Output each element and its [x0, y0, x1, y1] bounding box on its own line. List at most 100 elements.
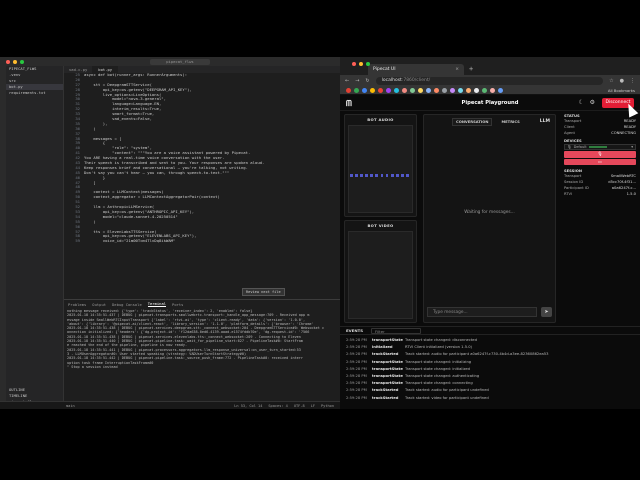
bookmark-favicon-icon[interactable] — [458, 88, 463, 93]
bookmark-favicon-icon[interactable] — [474, 88, 479, 93]
status-indentation[interactable]: Spaces: 4 — [268, 404, 287, 408]
window-controls — [6, 59, 24, 64]
panel-tab-output[interactable]: Output — [92, 302, 106, 307]
terminal-output[interactable]: nothing message received: {'type': 'trac… — [64, 308, 340, 370]
git-branch[interactable]: main — [66, 404, 75, 408]
code-content[interactable]: async def bot(runner_args: RunnerArgumen… — [84, 73, 336, 244]
panel-tab-problems[interactable]: Problems — [68, 302, 86, 307]
bookmark-favicon-icon[interactable] — [402, 88, 407, 93]
minimize-window-button[interactable] — [359, 62, 363, 66]
event-row: 2:59:28 PM transportState Transport state … — [346, 380, 636, 387]
all-bookmarks[interactable]: All Bookmarks — [608, 88, 635, 93]
status-encoding[interactable]: UTF-8 — [294, 404, 305, 408]
events-filter-input[interactable]: Filter — [371, 327, 422, 334]
event-type: transportState — [372, 338, 403, 342]
visualizer-bar — [350, 174, 353, 177]
bookmark-favicon-icon[interactable] — [490, 88, 495, 93]
mic-mute-button[interactable]: 🎙 — [564, 151, 636, 158]
back-icon[interactable]: ← — [345, 78, 349, 84]
panel-tab-terminal[interactable]: Terminal — [147, 301, 167, 307]
close-tab-icon[interactable]: × — [455, 67, 459, 72]
bookmark-favicon-icon[interactable] — [482, 88, 487, 93]
event-time: 2:59:28 PM — [346, 359, 367, 364]
event-type: transportState — [372, 359, 403, 364]
visualizer-bar — [400, 174, 404, 177]
event-type: transportState — [372, 366, 403, 371]
camera-toggle-button[interactable]: ▭ — [564, 158, 636, 165]
mic-icon: 🎙 — [567, 145, 572, 149]
status-row: Agent CONNECTING — [560, 130, 640, 136]
bookmark-favicon-icon[interactable] — [466, 88, 471, 93]
new-tab-icon[interactable]: + — [469, 64, 473, 75]
menu-icon[interactable]: ⋮ — [630, 78, 635, 84]
bookmark-favicon-icon[interactable] — [442, 88, 447, 93]
conversation-tab[interactable]: CONVERSATION — [452, 118, 493, 126]
status-cursor-position[interactable]: Ln 53, Col 14 — [234, 404, 262, 408]
bot-audio-panel — [348, 125, 413, 213]
panel-tab-debug-console[interactable]: Debug Console — [112, 302, 142, 307]
bookmark-favicon-icon[interactable] — [450, 88, 455, 93]
bookmark-favicon-icon[interactable] — [362, 88, 367, 93]
event-row: 2:59:28 PM initialized RTVI Client initial… — [346, 344, 636, 351]
bookmark-favicon-icon[interactable] — [410, 88, 415, 93]
bottom-panel: Problems Output Debug Console Terminal P… — [64, 299, 340, 401]
session-value: 1.5.0 — [626, 192, 636, 196]
reload-icon[interactable]: ↻ — [365, 78, 369, 84]
events-title: EVENTS — [346, 328, 364, 333]
bookmark-favicon-icon[interactable] — [394, 88, 399, 93]
bookmark-favicon-icon[interactable] — [354, 88, 359, 93]
minimize-window-button[interactable] — [13, 59, 17, 64]
event-time: 2:59:28 PM — [346, 381, 367, 386]
bookmark-favicon-icon[interactable] — [434, 88, 439, 93]
close-window-button[interactable] — [352, 62, 356, 66]
bookmark-favicon-icon[interactable] — [370, 88, 375, 93]
status-eol[interactable]: LF — [311, 404, 315, 408]
devices-header: DEVICES — [564, 139, 582, 143]
bookmark-favicon-icon[interactable] — [378, 88, 383, 93]
conversation-card: CONVERSATION METRICS LLM Waiting for mes… — [423, 114, 556, 323]
visualizer-bar — [360, 174, 363, 177]
send-icon[interactable]: ➤ — [541, 307, 552, 317]
settings-icon[interactable]: ⚙ — [590, 99, 595, 106]
bot-audio-card: BOT AUDIO — [344, 114, 417, 217]
browser-tab[interactable]: Pipecat UI × — [368, 64, 464, 75]
editor-tab[interactable]: vad-c.py — [64, 66, 94, 73]
event-row: 2:59:28 PM transportState Transport state … — [346, 359, 636, 366]
maximize-window-button[interactable] — [366, 62, 370, 66]
visualizer-bar — [365, 174, 369, 177]
bookmark-favicon-icon[interactable] — [386, 88, 391, 93]
editor-tab-active[interactable]: bot.py — [93, 66, 119, 73]
command-center-search[interactable]: pipecat_flws — [150, 58, 210, 65]
visualizer-bar — [390, 174, 394, 177]
event-row: 2:59:28 PM transportState Transport state … — [346, 366, 636, 373]
code-editor[interactable]: 25 26 27 28 29 30 31 32 33 34 35 36 37 38 39 40 41 42 43 44… — [64, 73, 340, 299]
explorer-item[interactable]: requirements.txt — [6, 90, 63, 96]
event-row: 2:59:28 PM trackStarted Track started: aud… — [346, 351, 636, 358]
profile-icon[interactable]: ● — [620, 78, 624, 84]
status-language[interactable]: Python — [321, 404, 334, 408]
bookmark-favicon-icon[interactable] — [426, 88, 431, 93]
theme-toggle-icon[interactable]: ☾ — [579, 99, 584, 106]
event-row: 2:59:28 PM transportState Transport state … — [346, 373, 636, 380]
code-line: voice_id="21m00Tcm4TlvDq8ikWAM" — [84, 238, 176, 244]
bookmark-favicon-icon[interactable] — [498, 88, 503, 93]
vscode-titlebar: pipecat_flws — [0, 57, 340, 66]
bookmark-star-icon[interactable]: ☆ — [609, 78, 613, 84]
maximize-window-button[interactable] — [20, 59, 24, 64]
close-window-button[interactable] — [6, 59, 10, 64]
event-time: 2:59:28 PM — [346, 388, 367, 393]
mic-select[interactable]: 🎙 Default ▾ — [564, 144, 636, 150]
panel-tab-ports[interactable]: Ports — [172, 302, 183, 307]
events-list: 2:59:28 PM transportState Transport state … — [346, 337, 636, 402]
vscode-window: pipecat_flws PIPECAT_FLWS .venv src bot.… — [0, 57, 340, 409]
visualizer-bar — [406, 174, 409, 177]
bookmark-favicon-icon[interactable] — [346, 88, 351, 93]
bot-video-card: BOT VIDEO — [344, 220, 417, 323]
address-bar[interactable]: localhost:7860/client/ — [375, 77, 604, 85]
forward-icon[interactable]: → — [355, 78, 359, 84]
event-text: Track started: audio for participant und… — [405, 388, 489, 393]
message-input[interactable]: Type message... — [427, 307, 537, 317]
metrics-tab[interactable]: METRICS — [497, 118, 523, 126]
visualizer-bar — [355, 174, 358, 177]
bookmark-favicon-icon[interactable] — [418, 88, 423, 93]
